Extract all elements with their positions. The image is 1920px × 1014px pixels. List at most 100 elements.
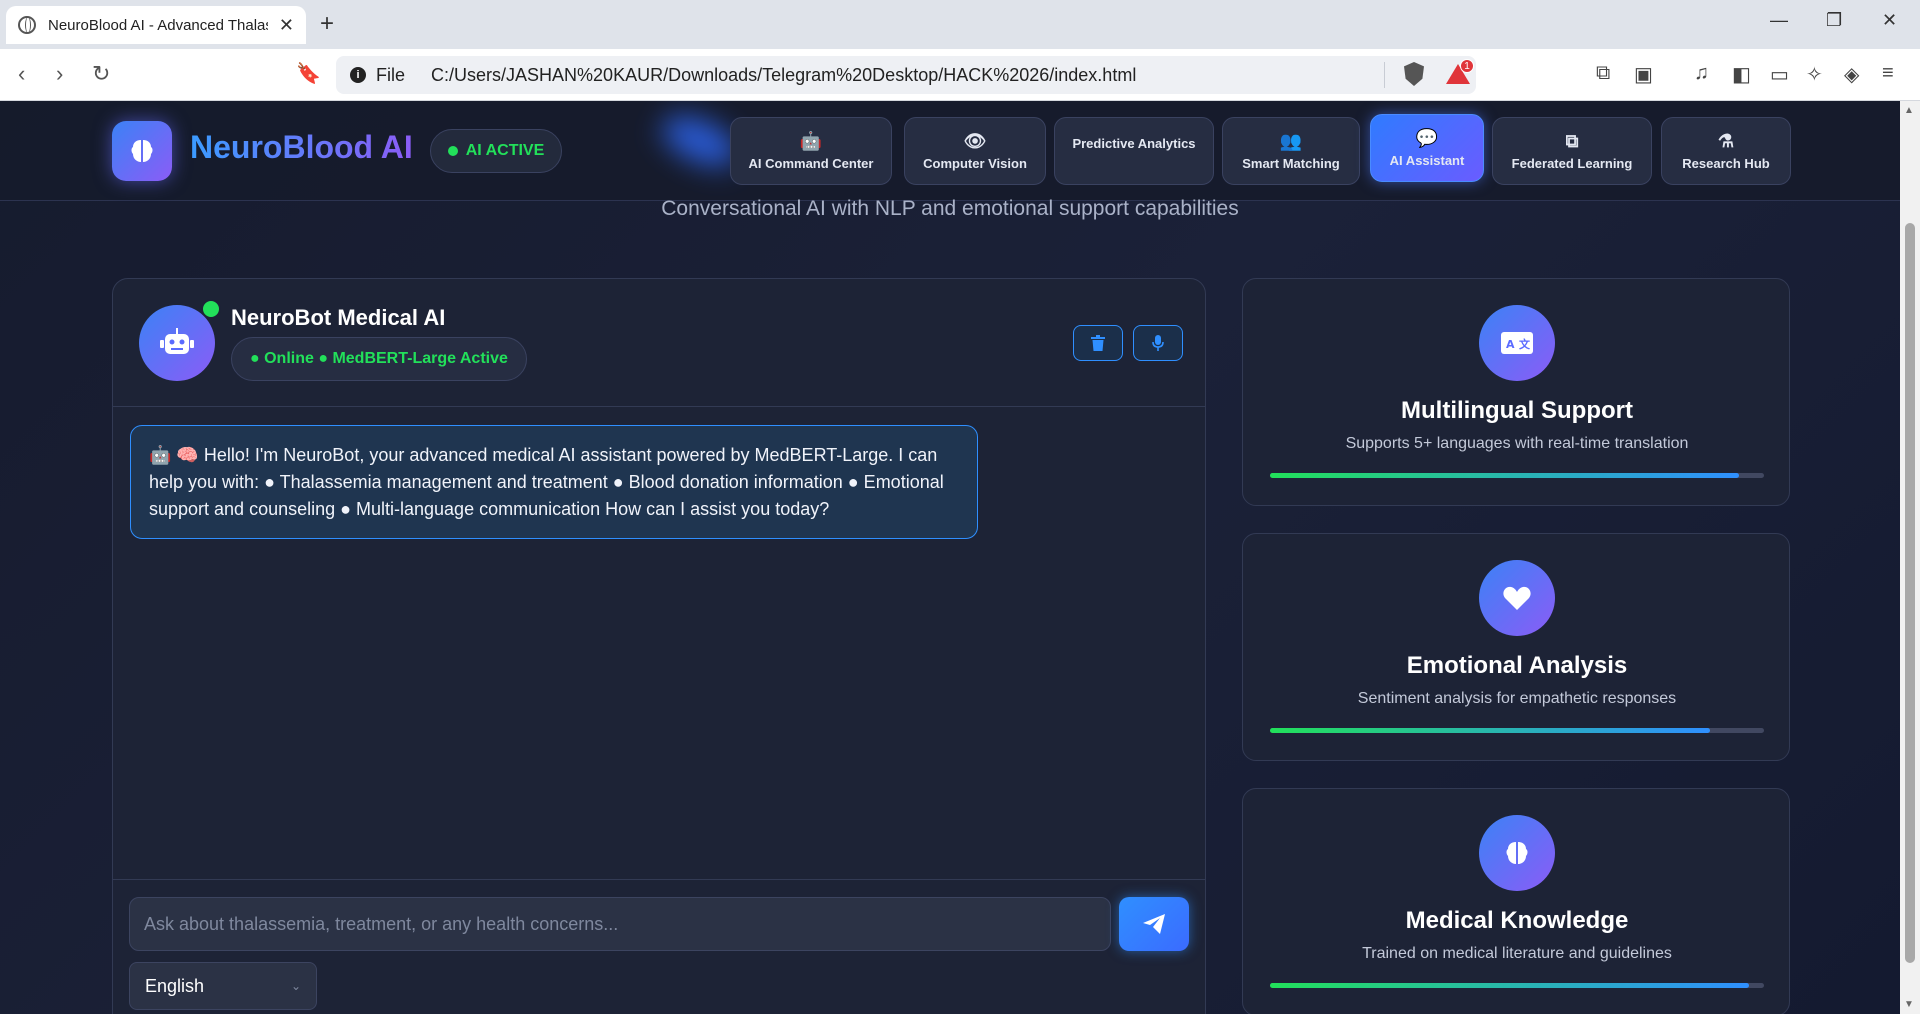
url-text: C:/Users/JASHAN%20KAUR/Downloads/Telegra…: [431, 64, 1137, 85]
new-tab-button[interactable]: +: [320, 10, 334, 38]
wallet-icon[interactable]: ▭: [1770, 62, 1789, 87]
card-description: Supports 5+ languages with real-time tra…: [1345, 435, 1689, 452]
chat-header: NeuroBot Medical AI ● Online ● MedBERT-L…: [113, 279, 1205, 407]
forward-icon[interactable]: ›: [56, 61, 63, 87]
brain-glyph: [1506, 842, 1528, 864]
robot-icon: 🤖: [799, 130, 823, 151]
svg-text:文: 文: [1519, 337, 1531, 351]
page-scrollbar[interactable]: ▲ ▼: [1900, 101, 1920, 1014]
card-title: Emotional Analysis: [1406, 652, 1628, 679]
card-title: Multilingual Support: [1401, 397, 1633, 424]
flask-icon: ⚗: [1717, 130, 1735, 151]
chat-panel: NeuroBot Medical AI ● Online ● MedBERT-L…: [112, 278, 1206, 1014]
restore-icon[interactable]: ❐: [1826, 10, 1842, 31]
url-separator: [1384, 62, 1385, 88]
microphone-icon: [1152, 335, 1164, 351]
status-dot-icon: [447, 146, 458, 156]
feature-card-medical-knowledge: Medical Knowledge Trained on medical lit…: [1242, 788, 1790, 1014]
ai-status-label: AI ACTIVE: [465, 142, 545, 159]
chevron-down-icon: ⌄: [290, 979, 301, 993]
music-icon[interactable]: ♫: [1694, 62, 1709, 85]
heart-glyph: [1503, 586, 1531, 610]
vpn-icon[interactable]: ◈: [1844, 62, 1859, 87]
nav-label: Computer Vision: [923, 155, 1027, 171]
trash-icon: [1091, 335, 1105, 351]
robot-icon: [160, 328, 194, 354]
extensions-icon[interactable]: ⧉: [1596, 62, 1610, 85]
bot-message: 🤖 🧠 Hello! I'm NeuroBot, your advanced m…: [130, 425, 978, 539]
reload-icon[interactable]: ↻: [92, 61, 110, 87]
top-navigation: NeuroBlood AI AI ACTIVE 🤖 AI Command Cen…: [0, 101, 1900, 201]
sidebar-icon[interactable]: ◧: [1732, 62, 1751, 87]
info-icon[interactable]: i: [350, 67, 366, 83]
comments-icon: 💬: [1415, 127, 1439, 148]
progress-fill: [1270, 728, 1710, 733]
tab-computer-vision[interactable]: 👁 Computer Vision: [904, 117, 1046, 185]
card-title: Medical Knowledge: [1405, 907, 1629, 934]
window-close-icon[interactable]: ✕: [1882, 10, 1897, 31]
menu-icon[interactable]: ≡: [1882, 62, 1894, 85]
tab-research-hub[interactable]: ⚗ Research Hub: [1661, 117, 1791, 185]
app-name: NeuroBlood AI: [190, 129, 413, 165]
language-select[interactable]: English ⌄: [129, 962, 317, 1010]
nav-label: AI Command Center: [748, 155, 874, 171]
leo-ai-icon[interactable]: ✧: [1806, 62, 1823, 87]
card-description: Sentiment analysis for empathetic respon…: [1357, 690, 1677, 707]
voice-input-button[interactable]: [1133, 325, 1183, 361]
svg-text:A: A: [1506, 338, 1515, 351]
url-scheme: File: [376, 64, 406, 85]
bookmark-icon[interactable]: 🔖: [296, 61, 321, 86]
tab-ai-command-center[interactable]: 🤖 AI Command Center: [730, 117, 892, 185]
chat-input-area: English ⌄: [113, 879, 1205, 1014]
feature-card-multilingual: A 文 Multilingual Support Supports 5+ lan…: [1242, 278, 1790, 506]
scroll-up-icon[interactable]: ▲: [1904, 105, 1914, 116]
progress-bar: [1270, 728, 1764, 733]
language-icon: A 文: [1479, 305, 1555, 381]
users-icon: 👥: [1279, 130, 1303, 151]
bot-name: NeuroBot Medical AI: [231, 305, 446, 330]
minimize-icon[interactable]: —: [1770, 10, 1788, 31]
bot-status-badge: ● Online ● MedBERT-Large Active: [231, 337, 527, 381]
logo[interactable]: [112, 121, 172, 181]
chat-input[interactable]: [129, 897, 1111, 951]
nav-label: Smart Matching: [1242, 155, 1340, 171]
nav-label: AI Assistant: [1389, 152, 1465, 168]
progress-bar: [1270, 983, 1764, 988]
progress-bar: [1270, 473, 1764, 478]
rewards-badge: 1: [1460, 59, 1474, 73]
online-indicator: [201, 299, 221, 319]
url-field[interactable]: i File C:/Users/JASHAN%20KAUR/Downloads/…: [336, 56, 1476, 94]
feature-card-emotional: Emotional Analysis Sentiment analysis fo…: [1242, 533, 1790, 761]
nav-label: Predictive Analytics: [1072, 136, 1196, 151]
scroll-down-icon[interactable]: ▼: [1904, 999, 1914, 1010]
nav-label: Research Hub: [1682, 155, 1770, 171]
paper-plane-icon: [1143, 914, 1165, 934]
tab-close-icon[interactable]: ✕: [279, 15, 294, 36]
browser-tab-bar: NeuroBlood AI - Advanced Thalassemia ✕ +…: [0, 0, 1920, 49]
tab-smart-matching[interactable]: 👥 Smart Matching: [1222, 117, 1360, 185]
tab-federated-learning[interactable]: ⧉ Federated Learning: [1492, 117, 1652, 185]
brain-icon: [1479, 815, 1555, 891]
browser-tab[interactable]: NeuroBlood AI - Advanced Thalassemia ✕: [6, 6, 306, 44]
network-icon: ⧉: [1565, 130, 1579, 151]
reader-icon[interactable]: ▣: [1634, 62, 1653, 87]
ai-status-badge: AI ACTIVE: [430, 129, 562, 173]
brave-shield-icon[interactable]: [1404, 62, 1424, 86]
progress-fill: [1270, 983, 1750, 988]
back-icon[interactable]: ‹: [18, 61, 25, 87]
tab-ai-assistant[interactable]: 💬 AI Assistant: [1370, 114, 1484, 182]
heart-icon: [1479, 560, 1555, 636]
eye-icon: 👁: [963, 130, 987, 151]
language-glyph: A 文: [1501, 332, 1533, 354]
card-description: Trained on medical literature and guidel…: [1362, 945, 1672, 962]
clear-chat-button[interactable]: [1073, 325, 1123, 361]
send-button[interactable]: [1119, 897, 1189, 951]
globe-icon: [18, 16, 36, 34]
progress-fill: [1270, 473, 1740, 478]
tab-predictive-analytics[interactable]: Predictive Analytics: [1054, 117, 1214, 185]
tab-title: NeuroBlood AI - Advanced Thalassemia: [48, 16, 268, 34]
scrollbar-thumb[interactable]: [1905, 223, 1915, 963]
language-selected: English: [145, 975, 205, 996]
section-subtitle: Conversational AI with NLP and emotional…: [661, 197, 1239, 220]
nav-label: Federated Learning: [1511, 155, 1633, 171]
